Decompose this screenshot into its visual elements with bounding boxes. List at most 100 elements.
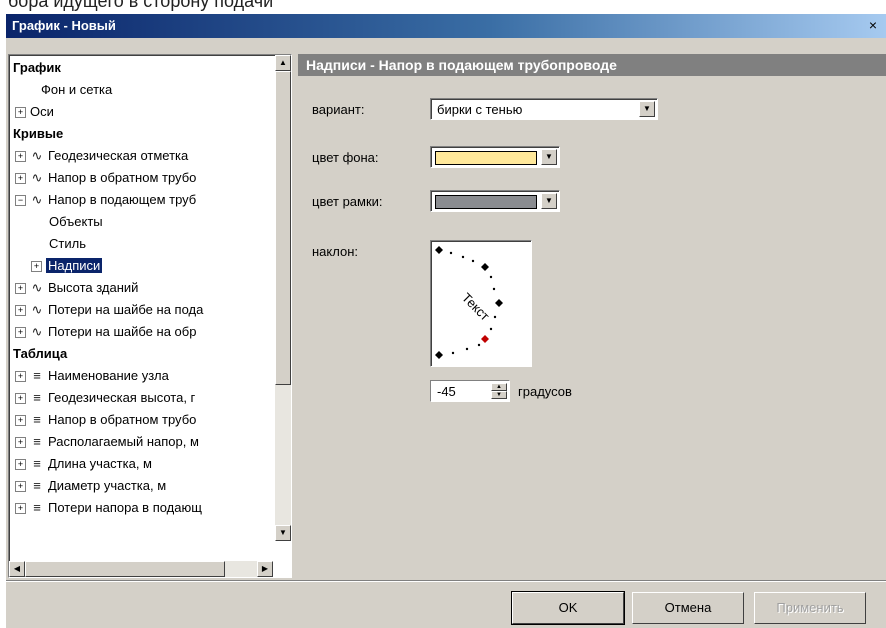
table-column-icon: ≡ [33,500,41,515]
tree-item-label: Геодезическая высота, г [48,390,196,405]
tree-item-label: Длина участка, м [48,456,152,471]
curve-icon: ∿ [31,148,43,163]
tree-item[interactable]: − ∿ Напор в подающем труб [15,191,196,209]
expand-icon[interactable]: + [15,481,26,493]
tree-vertical-scrollbar[interactable]: ▲ ▼ [275,55,291,541]
tree-item[interactable]: + ≡ Наименование узла [15,367,169,385]
tree-item[interactable]: Фон и сетка [41,81,112,99]
tree-item[interactable]: + ≡ Напор в обратном трубо [15,411,196,429]
tree-item[interactable]: + ≡ Потери напора в подающ [15,499,202,517]
tree-item-label: Высота зданий [48,280,139,295]
dial-selected-marker [481,335,489,343]
tree-item[interactable]: + ∿ Высота зданий [15,279,138,297]
tree-item[interactable]: Кривые [13,125,63,143]
expand-icon[interactable]: + [15,393,26,405]
angle-dial[interactable]: Текст [430,240,532,367]
tree-item-label: Располагаемый напор, м [48,434,199,449]
apply-button[interactable]: Применить [754,592,866,624]
expand-icon[interactable]: + [15,283,26,295]
expand-icon[interactable]: + [15,305,26,317]
hscroll-thumb[interactable] [25,561,225,577]
angle-label: наклон: [312,244,358,259]
bg-color-select[interactable]: ▼ [430,146,560,168]
border-color-swatch [435,195,537,209]
tree-item-label: Таблица [13,346,68,361]
expand-icon[interactable]: + [15,371,26,383]
tree-item[interactable]: Стиль [49,235,86,253]
cancel-button[interactable]: Отмена [632,592,744,624]
curve-icon: ∿ [31,170,43,185]
dial-marker [435,351,443,359]
table-column-icon: ≡ [33,434,41,449]
tree-item[interactable]: + ∿ Потери на шайбе на пода [15,301,203,319]
collapse-icon[interactable]: − [15,195,26,207]
variant-label: вариант: [312,102,365,117]
tree-item-label: Напор в обратном трубо [48,412,197,427]
bg-color-label: цвет фона: [312,150,379,165]
angle-value: -45 [437,384,456,399]
expand-icon[interactable]: + [15,151,26,163]
angle-spinner[interactable]: -45 ▲ ▼ [430,380,510,402]
tree-item[interactable]: + ≡ Располагаемый напор, м [15,433,199,451]
table-column-icon: ≡ [33,390,41,405]
dial-sample-text: Текст [459,290,493,324]
border-color-select[interactable]: ▼ [430,190,560,212]
angle-unit: градусов [518,384,572,399]
bg-color-swatch [435,151,537,165]
expand-icon[interactable]: + [15,437,26,449]
curve-icon: ∿ [31,280,43,295]
spin-down-button[interactable]: ▼ [491,391,507,399]
tree-item[interactable]: + Надписи [31,257,103,275]
expand-icon[interactable]: + [15,327,26,339]
tree-item[interactable]: + Оси [15,103,54,121]
scroll-up-button[interactable]: ▲ [275,55,291,71]
expand-icon[interactable]: + [15,503,26,515]
variant-value: бирки с тенью [437,102,523,117]
tree-item-label: Потери на шайбе на обр [48,324,197,339]
tree-item[interactable]: + ≡ Геодезическая высота, г [15,389,195,407]
expand-icon[interactable]: + [31,261,42,273]
tree-item[interactable]: График [13,59,61,77]
chevron-down-icon[interactable]: ▼ [541,193,557,209]
tree-item[interactable]: + ∿ Напор в обратном трубо [15,169,196,187]
tree-item-label: Наименование узла [48,368,169,383]
expand-icon[interactable]: + [15,107,26,119]
window-title: График - Новый [12,18,116,33]
tree-item-label: Геодезическая отметка [48,148,189,163]
tree-item-label: График [13,60,61,75]
ok-button[interactable]: OK [511,591,625,625]
tree-item[interactable]: + ∿ Потери на шайбе на обр [15,323,196,341]
dialog-window: График - Новый × ▲ ▼ ◀ ▶ График Фон и сет… [6,14,886,628]
expand-icon[interactable]: + [15,173,26,185]
tree-item[interactable]: + ≡ Диаметр участка, м [15,477,166,495]
chevron-down-icon[interactable]: ▼ [639,101,655,117]
settings-tree[interactable]: ▲ ▼ ◀ ▶ График Фон и сетка + Оси Кривые + ∿ Гео… [8,54,292,578]
scroll-thumb[interactable] [275,71,291,385]
curve-icon: ∿ [31,192,43,207]
tree-horizontal-scrollbar[interactable]: ◀ ▶ [9,561,273,577]
chevron-down-icon[interactable]: ▼ [541,149,557,165]
tree-item-label: Фон и сетка [41,82,113,97]
tree-item-label: Объекты [49,214,103,229]
tree-item-label: Оси [30,104,54,119]
title-bar[interactable]: График - Новый × [6,14,886,38]
panel-title: Надписи - Напор в подающем трубопроводе [298,54,886,76]
tree-item-label: Потери напора в подающ [48,500,202,515]
variant-select[interactable]: бирки с тенью ▼ [430,98,658,120]
scroll-right-button[interactable]: ▶ [257,561,273,577]
close-icon[interactable]: × [864,16,882,34]
tree-item-label: Диаметр участка, м [48,478,167,493]
angle-dial-graphic: Текст [435,246,503,359]
tree-item[interactable]: Объекты [49,213,103,231]
tree-item-label: Кривые [13,126,64,141]
tree-item[interactable]: + ∿ Геодезическая отметка [15,147,188,165]
spin-up-button[interactable]: ▲ [491,383,507,391]
scroll-down-button[interactable]: ▼ [275,525,291,541]
scroll-left-button[interactable]: ◀ [9,561,25,577]
expand-icon[interactable]: + [15,415,26,427]
curve-icon: ∿ [31,302,43,317]
tree-item-label: Напор в подающем труб [48,192,197,207]
tree-item[interactable]: Таблица [13,345,67,363]
tree-item[interactable]: + ≡ Длина участка, м [15,455,152,473]
expand-icon[interactable]: + [15,459,26,471]
